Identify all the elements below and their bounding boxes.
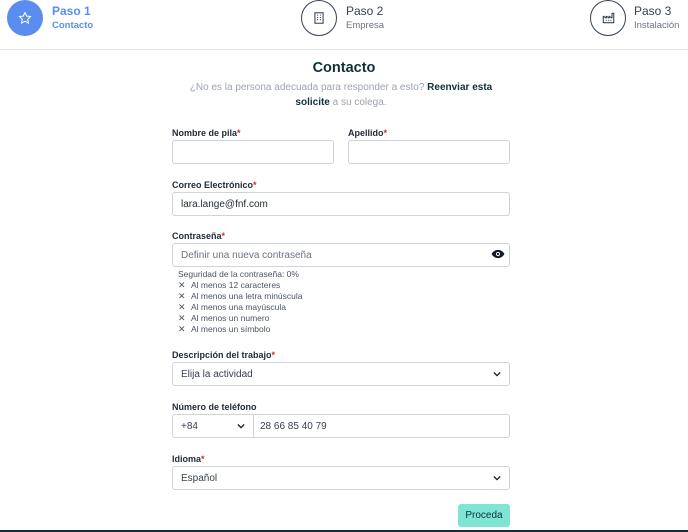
step-1[interactable]: Paso 1 Contacto [7, 0, 93, 36]
required-mark: * [201, 454, 205, 464]
phone-field: +84 28 66 85 40 79 [172, 414, 510, 438]
step-3-subtitle: Instalación [634, 20, 680, 31]
chevron-down-icon [237, 423, 245, 429]
rule-text: Al menos una letra minúscula [191, 291, 303, 301]
password-strength: Seguridad de la contraseña: 0% [178, 269, 299, 279]
password-label-text: Contraseña [172, 231, 222, 241]
list-item: ✕ Al menos 12 caracteres [178, 280, 303, 291]
proceed-button[interactable]: Proceda [458, 504, 510, 527]
first-name-input[interactable] [172, 140, 334, 164]
phone-code-select[interactable]: +84 [173, 415, 254, 437]
step-2-circle [301, 0, 337, 36]
subtitle-text-end: a su colega. [329, 96, 387, 108]
language-select[interactable]: Español [172, 466, 510, 490]
required-mark: * [221, 231, 226, 241]
stepper: Paso 1 Contacto Paso 2 Empresa Paso 3 In… [0, 0, 688, 50]
email-label-text: Correo Electrónico [172, 180, 254, 190]
list-item: ✕ Al menos una mayúscula [178, 302, 303, 313]
page-title: Contacto [312, 60, 376, 76]
close-icon: ✕ [178, 302, 186, 312]
rule-text: Al menos una mayúscula [191, 302, 286, 312]
required-mark: * [253, 180, 257, 190]
first-name-label: Nombre de pila* [172, 128, 241, 138]
close-icon: ✕ [178, 313, 186, 323]
last-name-input[interactable] [348, 140, 510, 164]
password-input[interactable] [172, 243, 510, 267]
step-1-circle [7, 0, 43, 36]
password-rules: ✕ Al menos 12 caracteres ✕ Al menos una le… [178, 280, 303, 335]
phone-number-input[interactable]: 28 66 85 40 79 [254, 415, 509, 437]
page-subtitle: ¿No es la persona adecuada para responde… [172, 81, 510, 110]
email-input[interactable] [172, 192, 510, 216]
job-label: Descripción del trabajo* [172, 350, 275, 360]
last-name-label: Apellido* [348, 128, 387, 138]
step-1-subtitle: Contacto [52, 20, 94, 31]
required-mark: * [237, 128, 241, 138]
password-label: Contraseña* [172, 231, 225, 241]
close-icon: ✕ [178, 324, 186, 334]
eye-icon[interactable] [491, 249, 505, 259]
close-icon: ✕ [178, 291, 186, 301]
step-1-title: Paso 1 [52, 4, 91, 18]
chevron-down-icon [493, 475, 501, 481]
list-item: ✕ Al menos un símbolo [178, 324, 303, 335]
step-3[interactable]: Paso 3 Instalación [590, 0, 679, 36]
required-mark: * [271, 350, 276, 360]
step-2[interactable]: Paso 2 Empresa [301, 0, 384, 36]
language-label-text: Idioma [172, 454, 202, 464]
step-2-subtitle: Empresa [346, 20, 385, 31]
step-3-circle [590, 0, 626, 36]
language-select-value: Español [181, 472, 218, 484]
first-name-label-text: Nombre de pila [172, 128, 238, 138]
phone-label: Número de teléfono [172, 402, 257, 412]
step-3-title: Paso 3 [634, 4, 672, 18]
required-mark: * [383, 128, 388, 138]
job-select[interactable]: Elija la actividad [172, 362, 510, 386]
star-icon [18, 11, 32, 24]
last-name-label-text: Apellido [348, 128, 384, 138]
phone-code-value: +84 [181, 420, 198, 432]
subtitle-text: ¿No es la persona adecuada para responde… [189, 82, 428, 93]
rule-text: Al menos 12 caracteres [191, 280, 281, 290]
step-2-title: Paso 2 [346, 4, 384, 18]
close-icon: ✕ [178, 280, 186, 290]
rule-text: Al menos un símbolo [191, 324, 271, 334]
job-select-value: Elija la actividad [181, 368, 253, 380]
email-label: Correo Electrónico* [172, 180, 257, 190]
chevron-down-icon [493, 371, 501, 377]
list-item: ✕ Al menos un numero [178, 313, 303, 324]
language-label: Idioma* [172, 454, 205, 464]
building-icon [314, 12, 324, 24]
list-item: ✕ Al menos una letra minúscula [178, 291, 303, 302]
job-label-text: Descripción del trabajo [172, 350, 272, 360]
factory-icon [602, 12, 614, 24]
rule-text: Al menos un numero [191, 313, 270, 323]
